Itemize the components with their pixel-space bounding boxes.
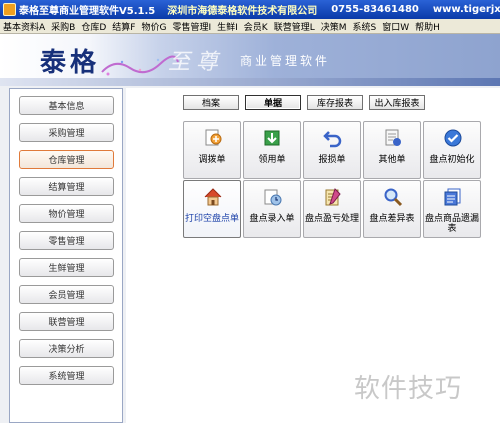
menu-bar: 基本资料A 采购B 仓库D 结算F 物价G 零售管理I 生鲜I 会员K 联营管理… [0, 19, 500, 34]
omission-label: 盘点商品遗漏表 [425, 214, 480, 234]
stock-entry-icon [264, 189, 282, 206]
transfer-icon [205, 129, 222, 146]
requisition-button[interactable]: 领用单 [243, 121, 301, 179]
difference-label: 盘点差异表 [369, 214, 415, 224]
nav-system[interactable]: 系统管理 [19, 366, 114, 385]
nav-settlement[interactable]: 结算管理 [19, 177, 114, 196]
print-blank-icon [204, 188, 222, 206]
loss-report-label: 报损单 [318, 155, 346, 165]
nav-basic-info[interactable]: 基本信息 [19, 96, 114, 115]
banner-band [0, 78, 500, 86]
menu-basic[interactable]: 基本资料A [0, 20, 48, 33]
print-blank-button[interactable]: 打印空盘点单 [183, 180, 241, 238]
phone-number: 0755-83461480 [331, 4, 419, 15]
menu-retail[interactable]: 零售管理I [169, 20, 214, 33]
requisition-icon [264, 130, 280, 146]
profit-loss-button[interactable]: 盘点盈亏处理 [303, 180, 361, 238]
check-init-button[interactable]: 盘点初始化 [423, 121, 481, 179]
difference-button[interactable]: 盘点差异表 [363, 180, 421, 238]
print-blank-label: 打印空盘点单 [185, 214, 240, 224]
other-doc-label: 其他单 [378, 155, 406, 165]
menu-window[interactable]: 窗口W [379, 20, 412, 33]
other-doc-icon [385, 129, 401, 146]
menu-price[interactable]: 物价G [138, 20, 169, 33]
profit-loss-icon [325, 188, 341, 206]
check-init-icon [444, 129, 462, 147]
nav-price[interactable]: 物价管理 [19, 204, 114, 223]
stock-entry-button[interactable]: 盘点录入单 [243, 180, 301, 238]
tab-stock-report[interactable]: 库存报表 [307, 95, 363, 110]
menu-help[interactable]: 帮助H [412, 20, 443, 33]
check-init-label: 盘点初始化 [429, 155, 475, 165]
nav-warehouse[interactable]: 仓库管理 [19, 150, 114, 169]
banner-tagline: 商业管理软件 [240, 54, 331, 68]
transfer-label: 调拨单 [198, 155, 226, 165]
profit-loss-label: 盘点盈亏处理 [305, 214, 360, 224]
company-name: 深圳市海德泰格软件技术有限公司 [167, 6, 318, 17]
brand-logo: 泰格 [40, 48, 101, 78]
banner-subtitle: 至尊 [168, 50, 225, 75]
loss-report-icon [323, 131, 342, 148]
app-icon [3, 3, 16, 16]
tab-inout-report[interactable]: 出入库报表 [369, 95, 425, 110]
header-banner: 泰格 至尊 商业管理软件 [0, 34, 500, 86]
menu-purchase[interactable]: 采购B [48, 20, 78, 33]
nav-decision[interactable]: 决策分析 [19, 339, 114, 358]
nav-fresh[interactable]: 生鲜管理 [19, 258, 114, 277]
sidebar: 基本信息 采购管理 仓库管理 结算管理 物价管理 零售管理 生鲜管理 会员管理 … [9, 88, 123, 423]
nav-purchase[interactable]: 采购管理 [19, 123, 114, 142]
menu-warehouse[interactable]: 仓库D [78, 20, 109, 33]
transfer-button[interactable]: 调拨单 [183, 121, 241, 179]
nav-member[interactable]: 会员管理 [19, 285, 114, 304]
other-doc-button[interactable]: 其他单 [363, 121, 421, 179]
website-url: www.tigerjxc.c [432, 4, 500, 15]
tab-documents[interactable]: 单据 [245, 95, 301, 110]
requisition-label: 领用单 [258, 155, 286, 165]
omission-icon [444, 188, 461, 206]
loss-report-button[interactable]: 报损单 [303, 121, 361, 179]
menu-joint[interactable]: 联营管理L [271, 20, 318, 33]
tab-archive[interactable]: 档案 [183, 95, 239, 110]
menu-member[interactable]: 会员K [241, 20, 271, 33]
menu-fresh[interactable]: 生鲜I [214, 20, 241, 33]
stock-entry-label: 盘点录入单 [249, 214, 295, 224]
window-title: 泰格至尊商业管理软件V5.1.5 [19, 6, 156, 17]
watermark: 软件技巧 [354, 374, 463, 404]
nav-joint[interactable]: 联营管理 [19, 312, 114, 331]
nav-retail[interactable]: 零售管理 [19, 231, 114, 250]
title-bar: 泰格至尊商业管理软件V5.1.5 深圳市海德泰格软件技术有限公司 0755-83… [0, 0, 500, 19]
difference-icon [384, 188, 403, 207]
omission-button[interactable]: 盘点商品遗漏表 [423, 180, 481, 238]
menu-decision[interactable]: 决策M [318, 20, 350, 33]
menu-settlement[interactable]: 结算F [109, 20, 138, 33]
menu-system[interactable]: 系统S [349, 20, 379, 33]
